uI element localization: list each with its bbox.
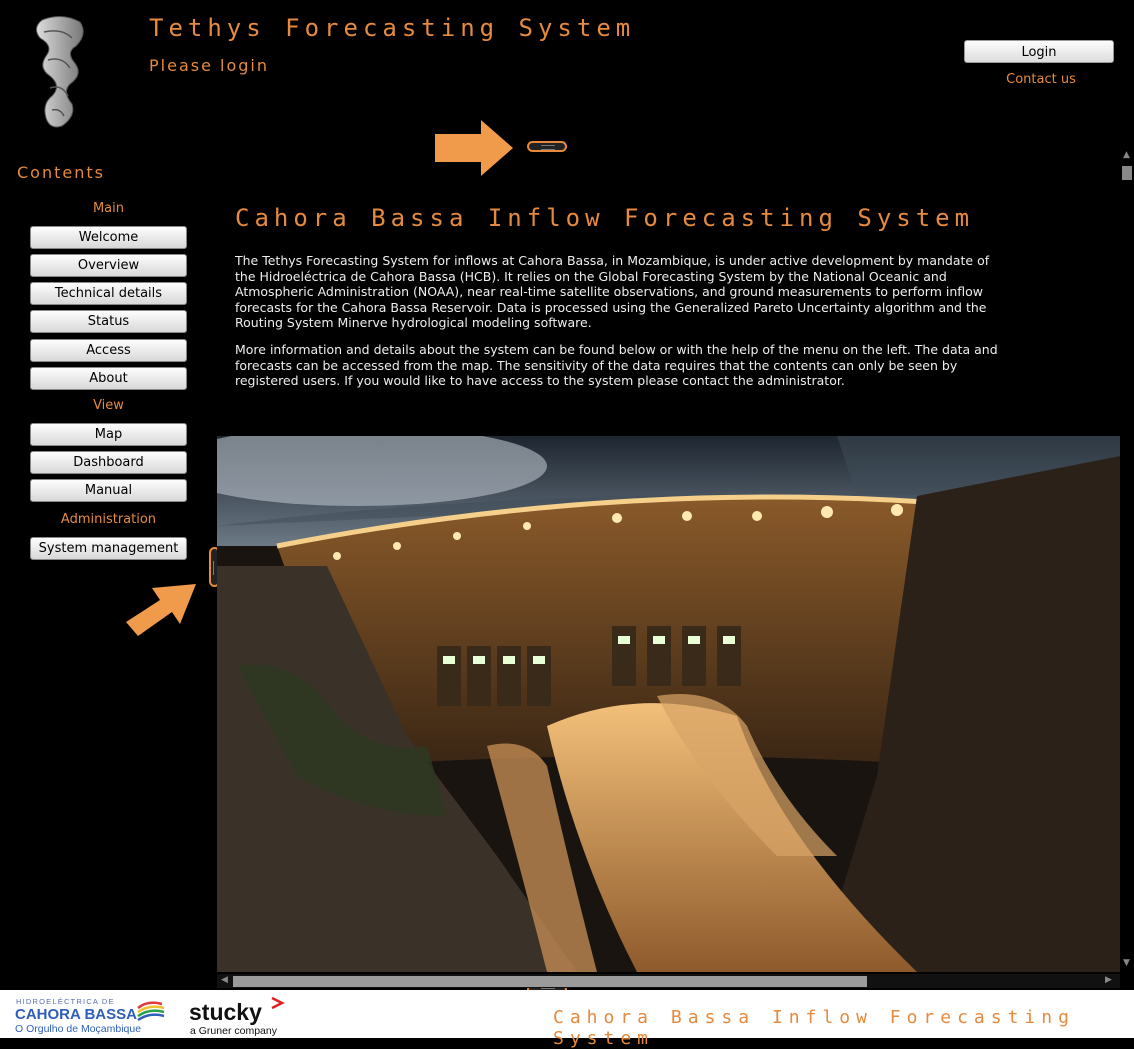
nav-status[interactable]: Status (30, 310, 187, 333)
vertical-scrollbar[interactable]: ▲ ▼ (1120, 148, 1134, 973)
nav-dashboard[interactable]: Dashboard (30, 451, 187, 474)
nav-overview[interactable]: Overview (30, 254, 187, 277)
scroll-right-icon[interactable]: ▶ (1105, 975, 1112, 985)
scroll-left-icon[interactable]: ◀ (221, 975, 228, 985)
hcb-logo-line2: CAHORA BASSA (15, 1006, 137, 1023)
section-administration-label: Administration (60, 512, 157, 527)
tethys-logo (36, 16, 84, 128)
scroll-up-icon[interactable]: ▲ (1123, 150, 1130, 160)
nav-welcome[interactable]: Welcome (30, 226, 187, 249)
scroll-down-icon[interactable]: ▼ (1123, 958, 1130, 968)
hcb-logo-line1: HIDROELÉCTRICA DE (16, 997, 115, 1006)
top-pane-resize-handle[interactable] (527, 141, 567, 152)
arrow-diagonal-icon (126, 584, 196, 636)
info-paragraph: More information and details about the s… (235, 342, 998, 388)
stucky-logo-tagline: a Gruner company (190, 1025, 278, 1037)
login-status: Please login (149, 56, 269, 75)
login-button[interactable]: Login (964, 40, 1114, 63)
app-title: Tethys Forecasting System (149, 14, 636, 42)
hcb-logo: HIDROELÉCTRICA DE CAHORA BASSA O Orgulho… (15, 997, 165, 1035)
nav-access[interactable]: Access (30, 339, 187, 362)
horizontal-scrollbar[interactable]: ◀ ▶ (217, 974, 1120, 988)
arrow-right-icon (435, 120, 513, 176)
footer: HIDROELÉCTRICA DE CAHORA BASSA O Orgulho… (0, 990, 1134, 1049)
vertical-scroll-thumb[interactable] (1122, 166, 1132, 180)
stucky-logo-name: stucky (189, 999, 262, 1025)
nav-manual[interactable]: Manual (30, 479, 187, 502)
footer-title: Cahora Bassa Inflow Forecasting System (553, 1007, 1075, 1049)
nav-technical-details[interactable]: Technical details (30, 282, 187, 305)
sidebar-title: Contents (17, 163, 105, 182)
section-view-label: View (93, 398, 124, 413)
intro-paragraph: The Tethys Forecasting System for inflow… (235, 253, 990, 330)
nav-system-management[interactable]: System management (30, 537, 187, 560)
contact-link[interactable]: Contact us (964, 72, 1118, 87)
hcb-logo-line3: O Orgulho de Moçambique (15, 1023, 141, 1035)
horizontal-scroll-thumb[interactable] (233, 976, 867, 987)
dam-photo (217, 436, 1120, 972)
stucky-logo: stucky a Gruner company (189, 996, 285, 1037)
nav-about[interactable]: About (30, 367, 187, 390)
main-heading: Cahora Bassa Inflow Forecasting System (235, 204, 975, 232)
section-main-label: Main (92, 201, 125, 216)
nav-map[interactable]: Map (30, 423, 187, 446)
